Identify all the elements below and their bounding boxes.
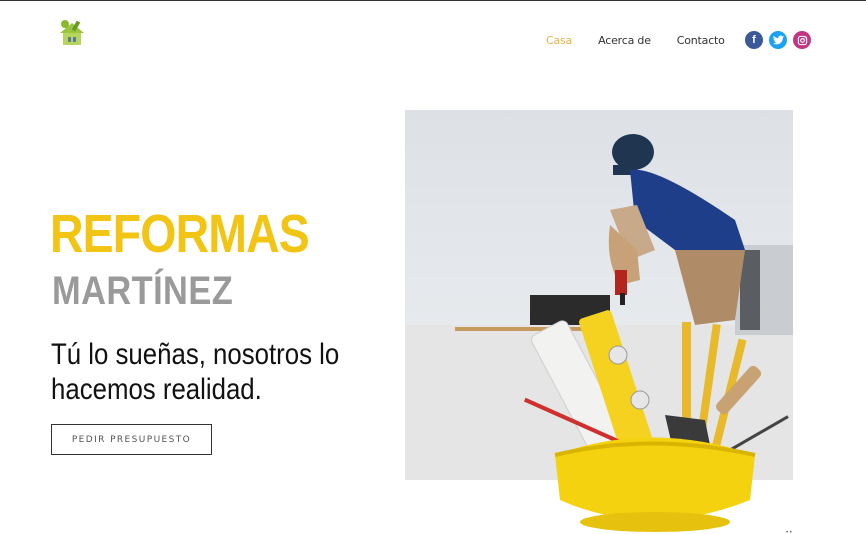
social-links: f xyxy=(745,31,811,49)
top-border xyxy=(0,0,866,1)
request-quote-button[interactable]: PEDIR PRESUPUESTO xyxy=(51,424,212,455)
decorative-dots: • • xyxy=(786,530,792,534)
nav-acerca-de[interactable]: Acerca de xyxy=(598,34,651,47)
hero-title: REFORMAS xyxy=(50,204,310,264)
instagram-icon[interactable] xyxy=(793,31,811,49)
hero-subtitle: MARTÍNEZ xyxy=(52,269,234,313)
tools-in-yellow-helmet-image xyxy=(500,300,800,534)
nav-casa[interactable]: Casa xyxy=(546,34,572,47)
house-worker-logo-icon[interactable] xyxy=(56,18,88,48)
main-nav: Casa Acerca de Contacto xyxy=(546,34,751,47)
nav-contacto[interactable]: Contacto xyxy=(677,34,725,47)
twitter-icon[interactable] xyxy=(769,31,787,49)
facebook-icon[interactable]: f xyxy=(745,31,763,49)
hero-tagline: Tú lo sueñas, nosotros lo hacemos realid… xyxy=(51,338,340,406)
